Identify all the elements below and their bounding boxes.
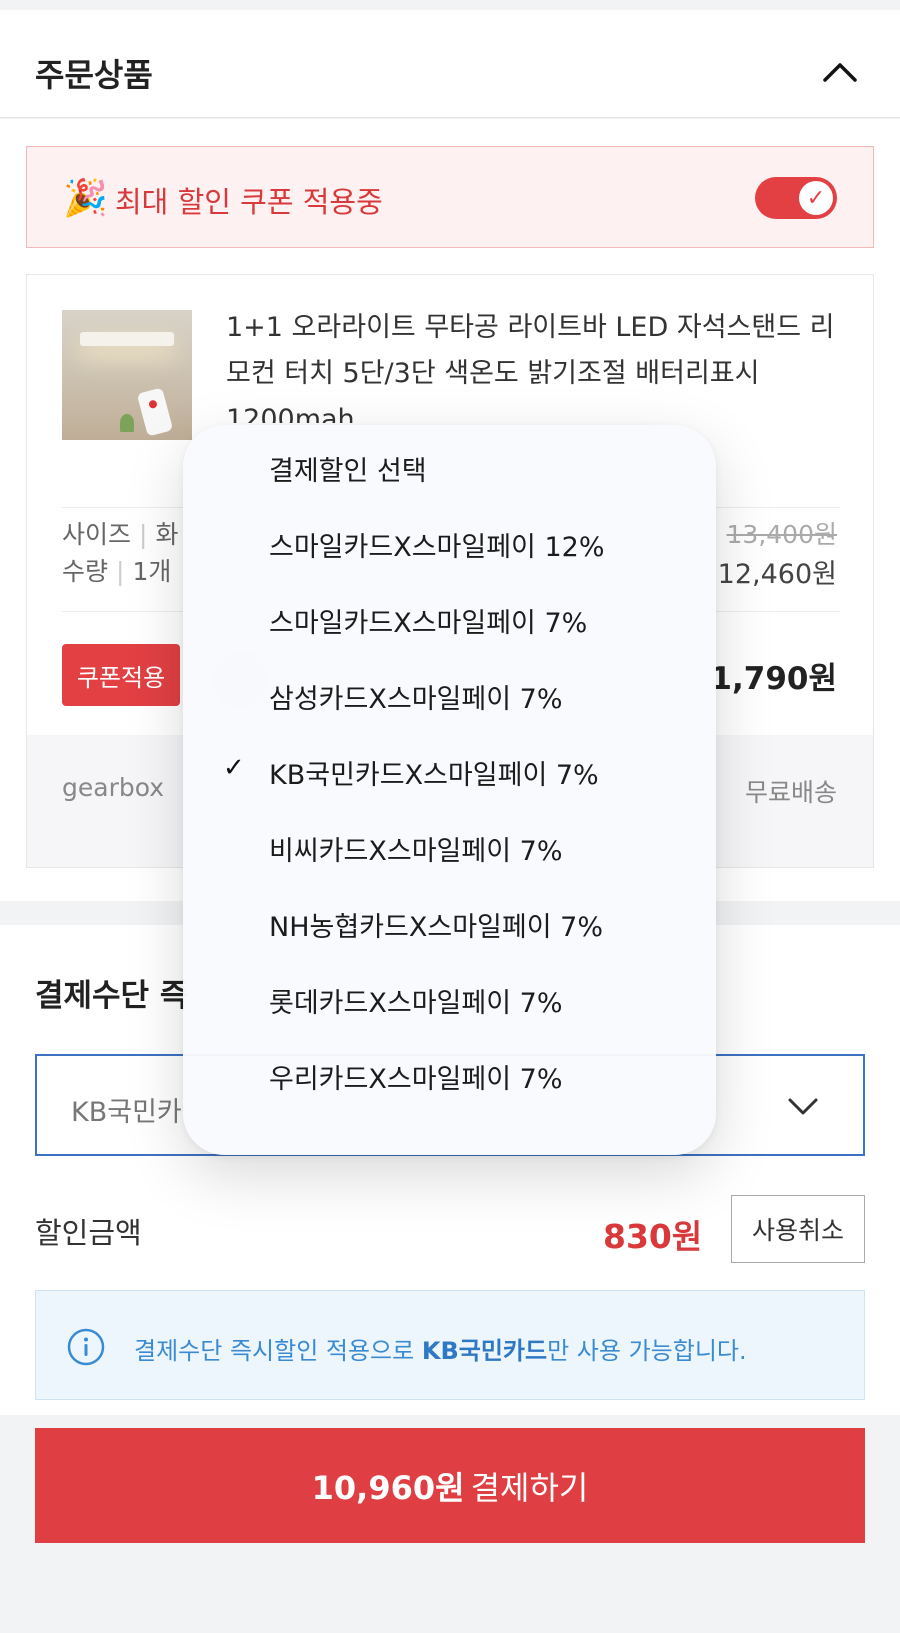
original-price: 13,400원 [726,520,837,549]
dropdown-option[interactable]: 롯데카드X스마일페이 7% [269,981,562,1020]
coupon-banner-text: 최대 할인 쿠폰 적용중 [115,185,383,219]
sale-price: 12,460원 [717,559,837,590]
dropdown-option[interactable]: 결제할인 선택 [269,449,427,488]
party-popper-icon: 🎉 [63,178,108,219]
info-notice: 결제수단 즉시할인 적용으로 KB국민카드만 사용 가능합니다. [35,1290,865,1400]
discount-label: 할인금액 [35,1216,142,1250]
option-qty-label: 수량 [62,557,109,586]
info-icon [67,1328,105,1366]
payment-discount-dropdown: 결제할인 선택스마일카드X스마일페이 12% 스마일카드X스마일페이 7% 삼성카드… [183,425,716,1155]
dropdown-option[interactable]: 스마일카드X스마일페이 12% [269,525,605,564]
dropdown-option[interactable]: 삼성카드X스마일페이 7% [269,677,562,716]
coupon-toggle[interactable]: ✓ [755,177,837,219]
pay-amount: 10,960원 [311,1468,465,1507]
dropdown-option[interactable]: 우리카드X스마일페이 7% [269,1057,562,1096]
order-items-header[interactable]: 주문상품 [0,10,900,118]
cancel-discount-button[interactable]: 사용취소 [731,1195,865,1263]
discount-amount: 830원 [603,1217,703,1256]
info-card-name: KB국민카드 [421,1337,548,1365]
product-thumbnail[interactable] [62,310,192,440]
payment-method-value: KB국민카 [71,1097,182,1128]
option-qty-value: 1개 [132,557,172,586]
section-title: 주문상품 [35,56,153,94]
option-size-value: 화 [155,520,179,549]
pay-button[interactable]: 10,960원 결제하기 [35,1428,865,1543]
dropdown-option[interactable]: NH농협카드X스마일페이 7% [269,905,603,944]
dropdown-option[interactable]: KB국민카드X스마일페이 7% [269,753,599,792]
apply-coupon-button[interactable]: 쿠폰적용 [62,644,180,706]
chevron-up-icon[interactable] [820,52,860,92]
info-message: 결제수단 즉시할인 적용으로 KB국민카드만 사용 가능합니다. [134,1337,747,1365]
chevron-down-icon [788,1098,818,1115]
seller-name[interactable]: gearbox [62,773,164,802]
checkmark-icon: ✓ [223,753,245,783]
max-coupon-banner: 🎉 최대 할인 쿠폰 적용중 ✓ [26,146,874,248]
shipping-info: 무료배송 [744,778,837,807]
pay-label: 결제하기 [470,1468,589,1507]
final-price: 1,790원 [710,661,837,697]
dropdown-option[interactable]: 스마일카드X스마일페이 7% [269,601,587,640]
option-size: 사이즈 | 화 [62,520,179,549]
product-name[interactable]: 1+1 오라라이트 무타공 라이트바 LED 자석스탠드 리모컨 터치 5단/3… [226,305,836,423]
option-size-label: 사이즈 [62,520,132,549]
check-icon: ✓ [799,181,833,215]
option-quantity: 수량 | 1개 [62,557,172,586]
dropdown-option[interactable]: 비씨카드X스마일페이 7% [269,829,562,868]
payment-title: 결제수단 즉 [35,978,189,1014]
